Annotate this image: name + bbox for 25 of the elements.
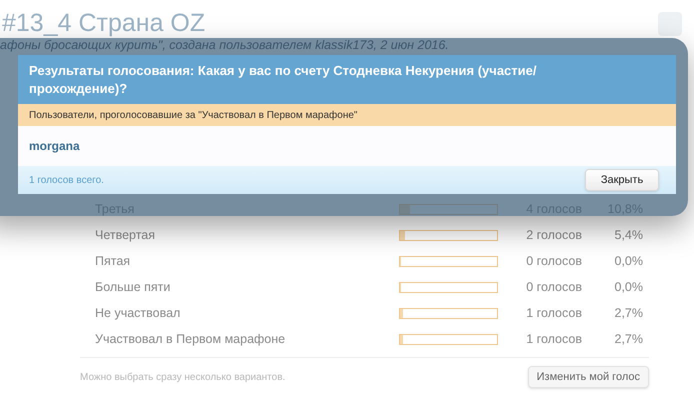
- option-label: Участвовал в Первом марафоне: [94, 330, 286, 348]
- vote-count: 2 голосов: [525, 226, 582, 244]
- dialog-title: Результаты голосования: Какая у вас по счету Стодневка Некурения (участие/прохождение)?: [29, 62, 538, 98]
- page-title: #13_4 Страна OZ: [1, 8, 206, 38]
- vote-percent: 5,4%: [614, 226, 643, 244]
- option-label: Пятая: [94, 252, 132, 270]
- total-votes: 1 голосов всего.: [29, 174, 104, 188]
- vote-percent: 0,0%: [614, 252, 643, 270]
- voter-link[interactable]: morgana: [29, 137, 80, 155]
- vote-count: 0 голосов: [525, 278, 582, 296]
- vote-percent: 2,7%: [614, 330, 643, 348]
- vote-count: 0 голосов: [525, 252, 582, 270]
- option-label: Больше пяти: [94, 278, 172, 296]
- square-icon: [658, 12, 682, 36]
- option-label: Не участвовал: [94, 304, 182, 322]
- thread-subtitle: афоны бросающих курить", создана пользователем klassik173, 2 июн 2016.: [0, 38, 449, 52]
- subheader-text: Пользователи, проголосовавшие за "Участвовал в Первом марафоне": [29, 108, 358, 122]
- change-vote-button[interactable]: Изменить мой голос: [528, 366, 649, 388]
- vote-count: 1 голосов: [525, 330, 582, 348]
- vote-percent: 2,7%: [614, 304, 643, 322]
- vote-count: 1 голосов: [525, 304, 582, 322]
- option-label: Четвертая: [94, 226, 156, 244]
- poll-note: Можно выбрать сразу несколько вариантов.: [80, 370, 286, 384]
- vote-percent: 0,0%: [614, 278, 643, 296]
- close-button[interactable]: Закрыть: [585, 169, 659, 191]
